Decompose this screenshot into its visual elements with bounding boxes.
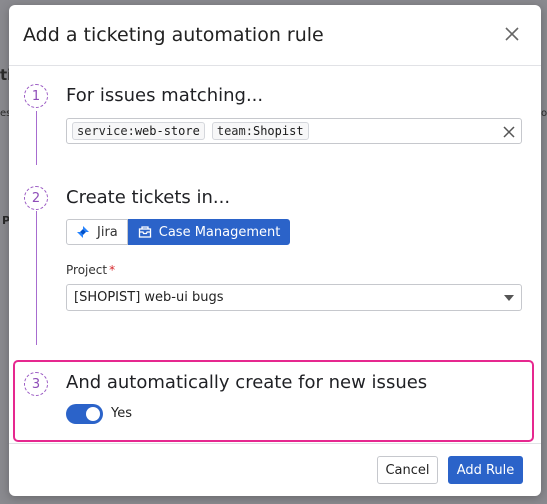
- ticket-destination-toggle: Jira Case Management: [66, 219, 291, 245]
- jira-option-label: Jira: [97, 224, 118, 240]
- jira-option-button[interactable]: Jira: [66, 219, 128, 245]
- auto-create-toggle-label: Yes: [111, 406, 132, 421]
- close-icon: [505, 27, 519, 41]
- filter-tag[interactable]: service:web-store: [72, 122, 205, 140]
- step-heading-1: For issues matching...: [66, 85, 264, 106]
- case-management-icon: [138, 225, 152, 239]
- close-icon: [503, 126, 515, 138]
- case-management-option-label: Case Management: [158, 224, 281, 240]
- modal-footer: Cancel Add Rule: [9, 443, 541, 496]
- project-select-value: [SHOPIST] web-ui bugs: [74, 290, 224, 305]
- project-field-label: Project *: [66, 263, 116, 277]
- toggle-knob: [86, 407, 100, 421]
- chevron-down-icon: [504, 295, 514, 301]
- close-button[interactable]: [503, 25, 521, 43]
- project-select[interactable]: [SHOPIST] web-ui bugs: [66, 284, 522, 311]
- step-connector-line: [36, 111, 37, 165]
- automation-rule-modal: Add a ticketing automation rule 1 For is…: [9, 5, 541, 496]
- step-connector-line: [36, 211, 37, 345]
- step-number-1: 1: [24, 84, 48, 108]
- jira-icon: [76, 225, 90, 239]
- step-number-2: 2: [24, 186, 48, 210]
- issue-filter-input[interactable]: service:web-store team:Shopist: [66, 118, 522, 144]
- step-heading-3: And automatically create for new issues: [66, 372, 428, 393]
- case-management-option-button[interactable]: Case Management: [127, 219, 291, 245]
- add-rule-button[interactable]: Add Rule: [448, 456, 523, 484]
- filter-tag[interactable]: team:Shopist: [211, 122, 309, 140]
- modal-title: Add a ticketing automation rule: [23, 24, 324, 46]
- step-number-3: 3: [24, 372, 48, 396]
- auto-create-toggle[interactable]: [66, 404, 103, 424]
- background-text-fragment: ol: [541, 108, 547, 119]
- cancel-button[interactable]: Cancel: [377, 456, 438, 484]
- modal-header: Add a ticketing automation rule: [9, 5, 541, 66]
- modal-body: 1 For issues matching... service:web-sto…: [9, 66, 541, 443]
- required-indicator: *: [109, 263, 116, 277]
- clear-filter-button[interactable]: [502, 124, 516, 138]
- step-heading-2: Create tickets in...: [66, 187, 231, 208]
